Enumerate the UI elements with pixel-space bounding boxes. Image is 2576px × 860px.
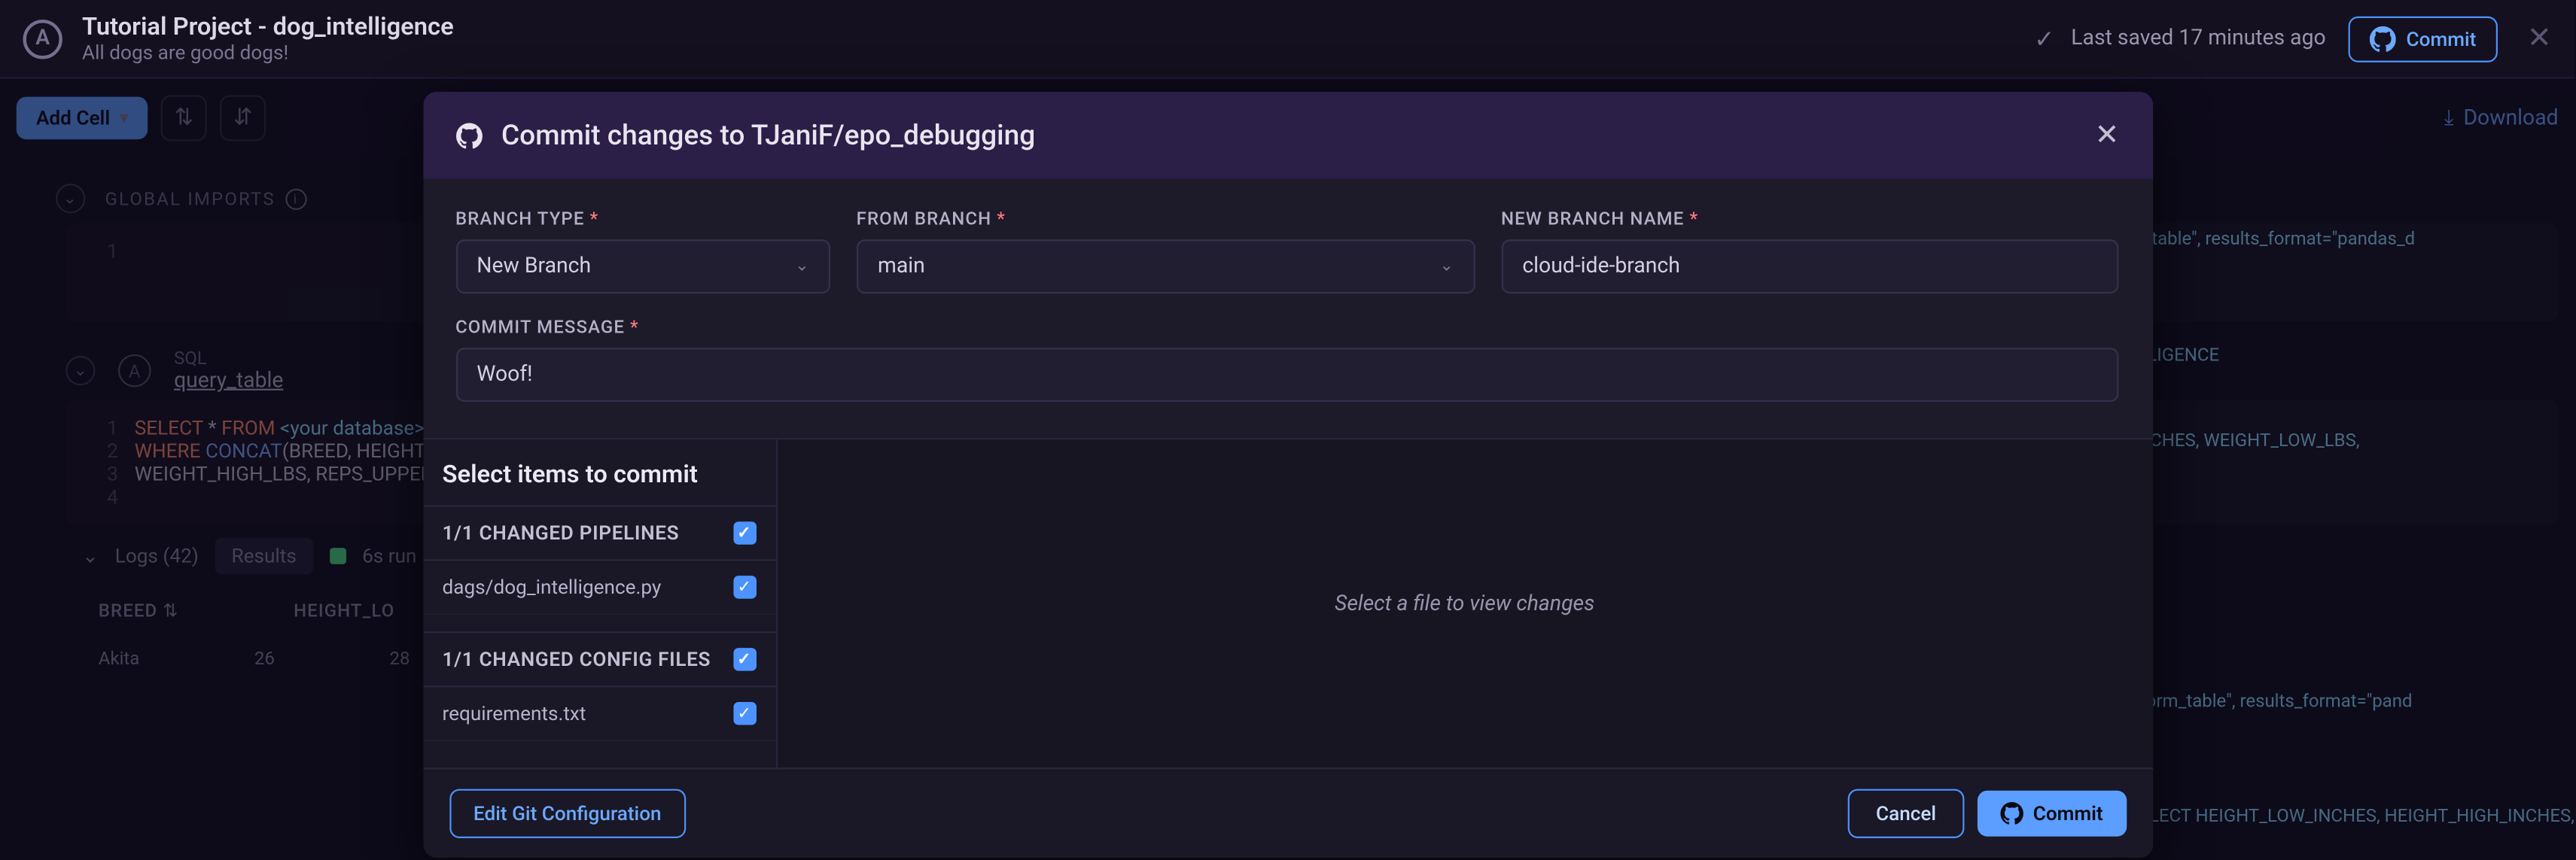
commit-form: BRANCH TYPE * New Branch ⌄ FROM BRANCH *… bbox=[422, 179, 2152, 438]
diff-viewer-placeholder: Select a file to view changes bbox=[777, 439, 2152, 767]
modal-header: Commit changes to TJaniF/epo_debugging ✕ bbox=[422, 92, 2152, 179]
branch-type-select[interactable]: New Branch ⌄ bbox=[455, 239, 830, 293]
edit-git-config-button[interactable]: Edit Git Configuration bbox=[449, 789, 686, 838]
modal-title: Commit changes to TJaniF/epo_debugging bbox=[501, 119, 2075, 152]
select-items-heading: Select items to commit bbox=[422, 439, 775, 505]
branch-type-label: BRANCH TYPE * bbox=[455, 208, 830, 229]
checkbox-checked-icon[interactable]: ✓ bbox=[732, 521, 756, 545]
checkbox-checked-icon[interactable]: ✓ bbox=[732, 576, 756, 599]
modal-body: Select items to commit 1/1 CHANGED PIPEL… bbox=[422, 438, 2152, 767]
file-item-pipeline[interactable]: dags/dog_intelligence.py ✓ bbox=[422, 561, 775, 615]
pipelines-group-header[interactable]: 1/1 CHANGED PIPELINES ✓ bbox=[422, 505, 775, 561]
config-group-header[interactable]: 1/1 CHANGED CONFIG FILES ✓ bbox=[422, 631, 775, 687]
file-list-panel: Select items to commit 1/1 CHANGED PIPEL… bbox=[422, 439, 777, 767]
modal-footer: Edit Git Configuration Cancel Commit bbox=[422, 767, 2152, 858]
commit-message-label: COMMIT MESSAGE * bbox=[455, 317, 2119, 338]
checkbox-checked-icon[interactable]: ✓ bbox=[732, 702, 756, 725]
new-branch-name-label: NEW BRANCH NAME * bbox=[1501, 208, 2119, 229]
from-branch-select[interactable]: main ⌄ bbox=[857, 239, 1475, 293]
commit-modal: Commit changes to TJaniF/epo_debugging ✕… bbox=[422, 92, 2152, 858]
modal-close-button[interactable]: ✕ bbox=[2095, 118, 2120, 153]
commit-button[interactable]: Commit bbox=[1978, 791, 2127, 837]
new-branch-name-input[interactable] bbox=[1501, 239, 2119, 293]
checkbox-checked-icon[interactable]: ✓ bbox=[732, 648, 756, 671]
cancel-button[interactable]: Cancel bbox=[1848, 789, 1964, 838]
file-item-config[interactable]: requirements.txt ✓ bbox=[422, 687, 775, 741]
commit-message-input[interactable] bbox=[455, 348, 2119, 402]
chevron-down-icon: ⌄ bbox=[1439, 257, 1453, 275]
github-icon bbox=[455, 122, 482, 148]
from-branch-label: FROM BRANCH * bbox=[857, 208, 1475, 229]
chevron-down-icon: ⌄ bbox=[795, 257, 808, 275]
github-icon bbox=[2000, 802, 2023, 825]
modal-overlay: Commit changes to TJaniF/epo_debugging ✕… bbox=[0, 0, 2574, 858]
